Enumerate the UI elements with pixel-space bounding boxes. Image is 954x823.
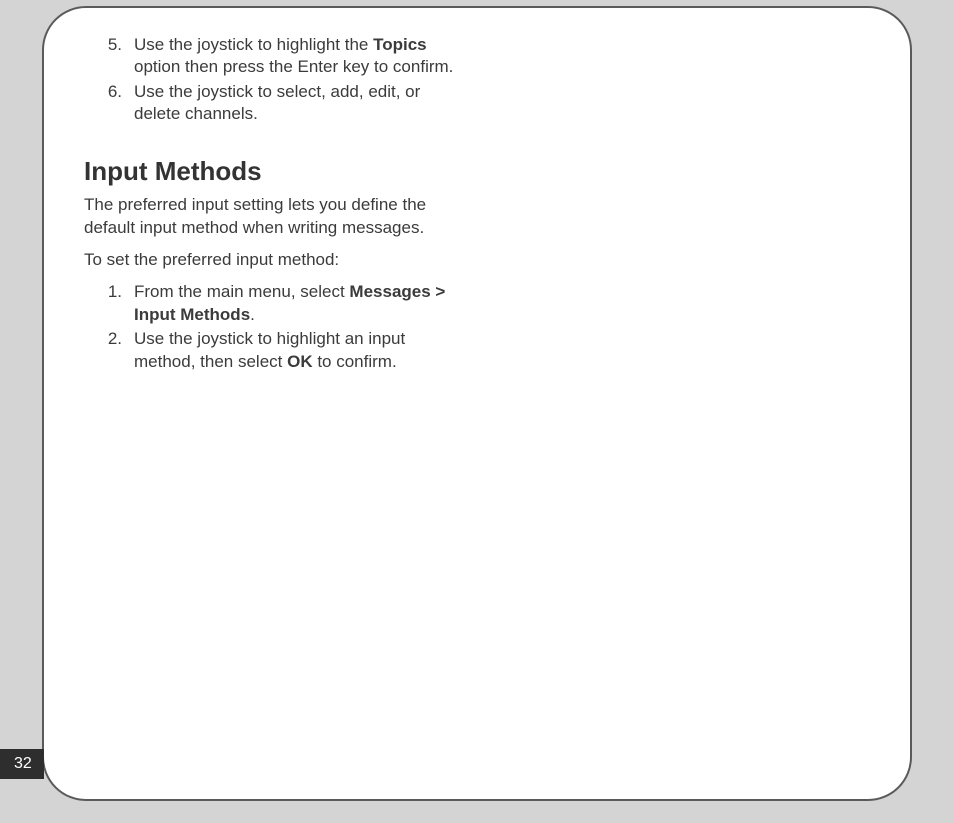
section-numbered-list: 1. From the main menu, select Messages >… (106, 281, 464, 373)
list-item-body: Use the joystick to highlight an input m… (134, 328, 464, 373)
list-item-body: Use the joystick to highlight the Topics… (134, 34, 464, 79)
list-item: 5. Use the joystick to highlight the Top… (106, 34, 464, 79)
list-item: 1. From the main menu, select Messages >… (106, 281, 464, 326)
section-heading: Input Methods (84, 154, 464, 188)
list-item-number: 5. (106, 34, 134, 79)
list-item-body: Use the joystick to select, add, edit, o… (134, 81, 464, 126)
continued-numbered-list: 5. Use the joystick to highlight the Top… (106, 34, 464, 126)
list-item: 6. Use the joystick to select, add, edit… (106, 81, 464, 126)
list-item-text-bold: Topics (373, 35, 427, 54)
list-item-number: 6. (106, 81, 134, 126)
list-item-number: 1. (106, 281, 134, 326)
list-item-text-post: option then press the Enter key to confi… (134, 57, 453, 76)
list-item: 2. Use the joystick to highlight an inpu… (106, 328, 464, 373)
section-paragraph: The preferred input setting lets you def… (84, 194, 464, 239)
manual-page: 5. Use the joystick to highlight the Top… (42, 6, 912, 801)
list-item-body: From the main menu, select Messages > In… (134, 281, 464, 326)
list-item-text-post: . (250, 305, 255, 324)
list-item-number: 2. (106, 328, 134, 373)
list-item-text-post: to confirm. (313, 352, 397, 371)
section-paragraph: To set the preferred input method: (84, 249, 464, 271)
list-item-text-bold: OK (287, 352, 313, 371)
list-item-text-pre: Use the joystick to highlight the (134, 35, 373, 54)
page-number: 32 (0, 749, 44, 779)
list-item-text-pre: Use the joystick to select, add, edit, o… (134, 82, 420, 123)
list-item-text-pre: From the main menu, select (134, 282, 349, 301)
page-content: 5. Use the joystick to highlight the Top… (44, 8, 504, 395)
